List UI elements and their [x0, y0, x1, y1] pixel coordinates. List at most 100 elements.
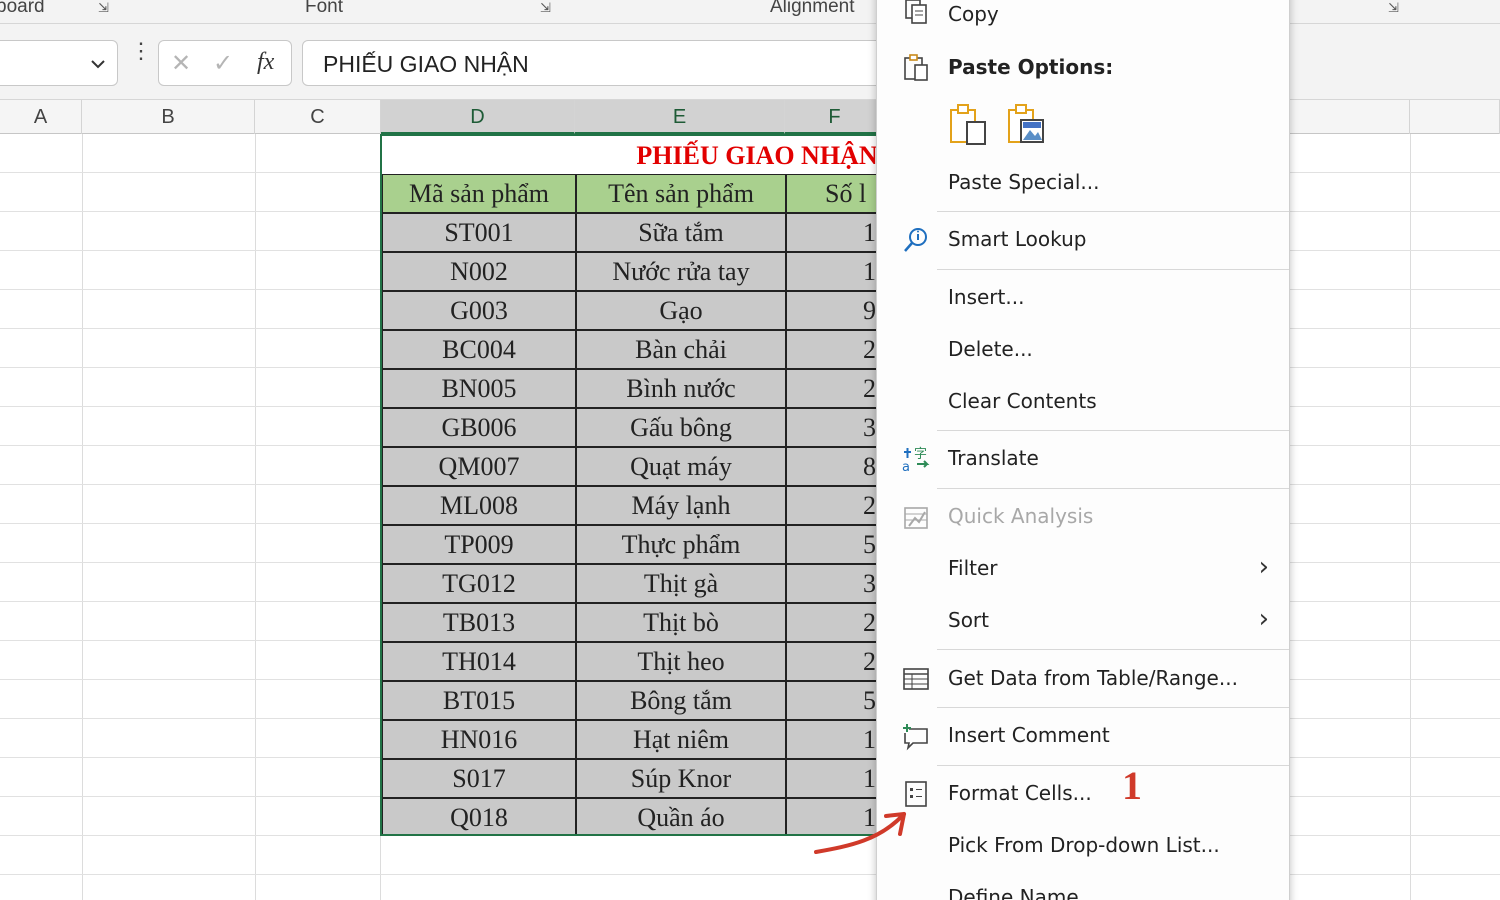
cell-quantity[interactable]: 2 [786, 642, 878, 681]
svg-text:a: a [902, 460, 910, 474]
cell-product-name[interactable]: Thịt heo [576, 642, 786, 681]
menu-item-pick-from-list[interactable]: Pick From Drop-down List... [877, 823, 1289, 869]
cell-product-code[interactable]: N002 [382, 252, 576, 291]
cell-product-name[interactable]: Thịt bò [576, 603, 786, 642]
cell-quantity[interactable]: 2 [786, 330, 878, 369]
menu-item-filter[interactable]: Filter › [877, 546, 1289, 592]
menu-item-clear-contents[interactable]: Clear Contents [877, 379, 1289, 425]
column-header-f[interactable]: F [785, 100, 885, 134]
menu-item-delete[interactable]: Delete... [877, 327, 1289, 373]
header-product-code[interactable]: Mã sản phẩm [382, 174, 576, 213]
cell-product-code[interactable]: ST001 [382, 213, 576, 252]
cell-quantity[interactable]: 5 [786, 525, 878, 564]
menu-separator [937, 707, 1289, 708]
menu-item-format-cells[interactable]: Format Cells... [877, 771, 1289, 817]
menu-label-clear-contents: Clear Contents [948, 389, 1097, 413]
menu-label-format-cells: Format Cells... [948, 781, 1092, 805]
cell-quantity[interactable]: 1 [786, 252, 878, 291]
cell-product-code[interactable]: S017 [382, 759, 576, 798]
cell-product-name[interactable]: Gấu bông [576, 408, 786, 447]
insert-function-icon[interactable]: fx [257, 49, 274, 76]
cell-product-code[interactable]: TP009 [382, 525, 576, 564]
cell-product-code[interactable]: BC004 [382, 330, 576, 369]
column-header-c[interactable]: C [255, 100, 381, 134]
menu-label-sort: Sort [948, 608, 989, 632]
menu-item-smart-lookup[interactable]: Smart Lookup [877, 217, 1289, 263]
cell-product-code[interactable]: TB013 [382, 603, 576, 642]
cell-product-name[interactable]: Bàn chải [576, 330, 786, 369]
cancel-icon[interactable]: ✕ [171, 49, 191, 78]
cell-product-name[interactable]: Quần áo [576, 798, 786, 834]
cell-product-code[interactable]: TG012 [382, 564, 576, 603]
menu-item-insert[interactable]: Insert... [877, 275, 1289, 321]
cell-quantity[interactable]: 1 [786, 759, 878, 798]
menu-label-quick-analysis: Quick Analysis [948, 504, 1094, 528]
name-box[interactable] [0, 40, 118, 86]
header-quantity[interactable]: Số l [786, 174, 878, 213]
cell-product-code[interactable]: QM007 [382, 447, 576, 486]
menu-label-copy: Copy [948, 2, 999, 26]
cell-quantity[interactable]: 3 [786, 408, 878, 447]
font-launcher-icon[interactable]: ⇲ [540, 0, 556, 15]
cell-quantity[interactable]: 2 [786, 486, 878, 525]
cell-product-code[interactable]: HN016 [382, 720, 576, 759]
paste-button[interactable] [947, 102, 991, 146]
cell-quantity[interactable]: 3 [786, 564, 878, 603]
menu-item-sort[interactable]: Sort › [877, 598, 1289, 644]
cell-product-name[interactable]: Quạt máy [576, 447, 786, 486]
cell-product-code[interactable]: G003 [382, 291, 576, 330]
cell-product-code[interactable]: Q018 [382, 798, 576, 834]
cell-product-name[interactable]: Thịt gà [576, 564, 786, 603]
cell-product-name[interactable]: Bình nước [576, 369, 786, 408]
cell-product-name[interactable]: Thực phẩm [576, 525, 786, 564]
menu-item-insert-comment[interactable]: Insert Comment [877, 713, 1289, 759]
cell-quantity[interactable]: 2 [786, 369, 878, 408]
number-launcher-icon[interactable]: ⇲ [1388, 0, 1404, 15]
cell-product-name[interactable]: Sữa tắm [576, 213, 786, 252]
menu-label-smart-lookup: Smart Lookup [948, 227, 1087, 251]
menu-label-insert: Insert... [948, 285, 1025, 309]
clipboard-launcher-icon[interactable]: ⇲ [98, 0, 114, 15]
cell-product-code[interactable]: GB006 [382, 408, 576, 447]
cell-product-code[interactable]: BT015 [382, 681, 576, 720]
cell-quantity[interactable]: 8 [786, 447, 878, 486]
translate-icon: a字 [902, 447, 930, 474]
cell-quantity[interactable]: 1 [786, 213, 878, 252]
cell-quantity[interactable]: 1 [786, 720, 878, 759]
menu-item-copy[interactable]: Copy [877, 0, 1289, 36]
cell-quantity[interactable]: 2 [786, 603, 878, 642]
more-options-icon[interactable]: ⋮ [130, 40, 152, 62]
cell-product-code[interactable]: BN005 [382, 369, 576, 408]
table-title[interactable]: PHIẾU GIAO NHẬN [382, 136, 878, 174]
formula-content: PHIẾU GIAO NHẬN [323, 51, 529, 77]
cell-quantity[interactable]: 5 [786, 681, 878, 720]
menu-item-get-data[interactable]: Get Data from Table/Range... [877, 656, 1289, 702]
cell-product-code[interactable]: ML008 [382, 486, 576, 525]
paste-picture-button[interactable] [1005, 102, 1049, 146]
cell-product-name[interactable]: Súp Knor [576, 759, 786, 798]
column-header-d[interactable]: D [381, 100, 575, 134]
cell-product-name[interactable]: Máy lạnh [576, 486, 786, 525]
cell-product-name[interactable]: Bông tắm [576, 681, 786, 720]
cell-product-name[interactable]: Hạt niêm [576, 720, 786, 759]
delivery-table[interactable]: PHIẾU GIAO NHẬN Mã sản phẩm Tên sản phẩm… [380, 134, 880, 836]
cell-quantity[interactable]: 9 [786, 291, 878, 330]
menu-label-delete: Delete... [948, 337, 1033, 361]
column-header-b[interactable]: B [82, 100, 255, 134]
menu-item-paste-special[interactable]: Paste Special... [877, 160, 1289, 206]
menu-item-quick-analysis: Quick Analysis [877, 494, 1289, 540]
menu-item-translate[interactable]: a字 Translate [877, 436, 1289, 482]
menu-label-insert-comment: Insert Comment [948, 723, 1110, 747]
column-header-e[interactable]: E [575, 100, 785, 134]
cell-product-name[interactable]: Gạo [576, 291, 786, 330]
chevron-down-icon[interactable] [89, 55, 107, 73]
column-header-k[interactable] [1290, 100, 1410, 134]
menu-separator [937, 765, 1289, 766]
enter-icon[interactable]: ✓ [213, 49, 233, 78]
header-product-name[interactable]: Tên sản phẩm [576, 174, 786, 213]
column-header-l[interactable] [1410, 100, 1500, 134]
column-header-a[interactable]: A [0, 100, 82, 134]
cell-product-code[interactable]: TH014 [382, 642, 576, 681]
menu-item-define-name[interactable]: Define Name [877, 875, 1289, 900]
cell-product-name[interactable]: Nước rửa tay [576, 252, 786, 291]
